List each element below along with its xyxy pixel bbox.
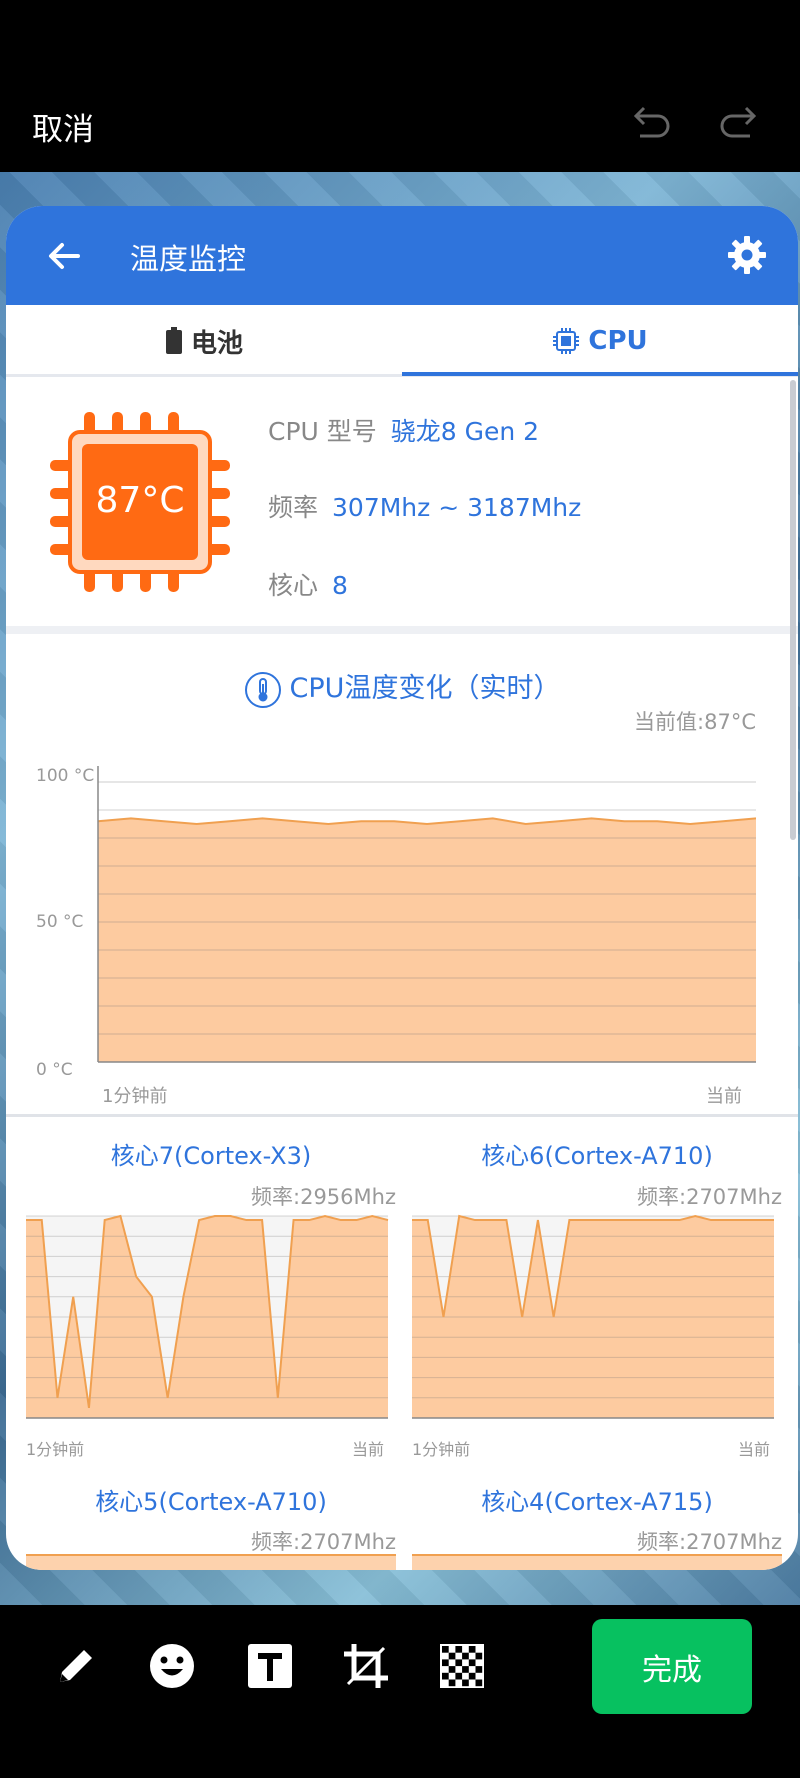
thermometer-icon — [244, 671, 281, 708]
battery-icon — [165, 327, 182, 354]
mosaic-cell — [468, 1646, 476, 1653]
mosaic-cell — [448, 1652, 456, 1660]
mosaic-cell — [442, 1646, 449, 1653]
cancel-button[interactable]: 取消 — [32, 104, 94, 149]
mosaic-cell — [455, 1659, 463, 1667]
tab-cpu-label: CPU — [588, 326, 648, 356]
tab-battery[interactable]: 电池 — [6, 305, 402, 377]
tab-cpu[interactable]: CPU — [402, 305, 798, 377]
cpu-model-row: CPU 型号 骁龙8 Gen 2 — [268, 412, 539, 448]
mosaic-cell — [475, 1679, 483, 1687]
core-title: 核心4(Cortex-A715) — [481, 1488, 713, 1516]
section-divider — [6, 1114, 798, 1117]
chart-title: CPU温度变化（实时） — [6, 666, 798, 709]
core-frequency: 频率:2707Mhz — [637, 1530, 782, 1554]
y-tick-label: 0 °C — [36, 1060, 73, 1080]
x-tick-label: 当前 — [706, 1086, 742, 1107]
core-5-chart — [26, 1554, 396, 1570]
chart-title-text: CPU温度变化（实时） — [289, 673, 561, 704]
mosaic-cell — [442, 1672, 449, 1680]
text-icon[interactable] — [244, 1640, 296, 1692]
editor-top-bar: 取消 — [0, 0, 800, 172]
core-6-chart — [412, 1214, 774, 1419]
cpu-cores-value: 8 — [332, 571, 348, 600]
temperature-area — [98, 818, 756, 1062]
screenshot-card: 温度监控 电池 CPU 87°C CPU 型号 骁龙8 Gen 2 频率 307… — [6, 206, 798, 1570]
emoji-icon[interactable] — [146, 1640, 198, 1692]
x-tick-label: 1分钟前 — [26, 1440, 85, 1459]
mosaic-cell — [468, 1659, 476, 1667]
tab-battery-label: 电池 — [190, 328, 243, 359]
mosaic-cell — [455, 1672, 463, 1680]
back-arrow-icon[interactable] — [44, 236, 84, 276]
active-tab-indicator — [402, 372, 798, 376]
core-7-chart — [26, 1214, 389, 1419]
app-header: 温度监控 — [6, 206, 798, 305]
gear-icon[interactable] — [726, 234, 768, 276]
core-title: 核心7(Cortex-X3) — [110, 1142, 312, 1170]
scrollbar[interactable] — [790, 380, 796, 840]
mosaic-cell — [448, 1679, 456, 1687]
cpu-temperature: 87°C — [95, 480, 185, 521]
undo-icon[interactable] — [628, 100, 674, 146]
mosaic-cell — [475, 1666, 483, 1673]
cpu-frequency-label: 频率 — [268, 493, 319, 522]
x-tick-label: 当前 — [352, 1440, 385, 1459]
tab-bar: 电池 CPU — [6, 305, 798, 377]
page-title: 温度监控 — [130, 242, 247, 276]
chip-icon — [553, 328, 580, 354]
core-frequency: 频率:2707Mhz — [251, 1530, 396, 1554]
crop-icon[interactable] — [340, 1640, 392, 1692]
cpu-frequency-value: 307Mhz ~ 3187Mhz — [332, 493, 582, 522]
mosaic-cell — [468, 1672, 476, 1680]
cpu-model-label: CPU 型号 — [268, 417, 377, 446]
mosaic-cell — [442, 1659, 449, 1667]
x-tick-label: 当前 — [738, 1440, 771, 1459]
temperature-chart — [97, 766, 756, 1063]
pencil-icon[interactable] — [50, 1640, 102, 1692]
mosaic-cell — [455, 1646, 463, 1653]
y-tick-label: 100 °C — [36, 766, 95, 786]
cpu-frequency-row: 频率 307Mhz ~ 3187Mhz — [268, 488, 581, 524]
cpu-cores-label: 核心 — [268, 571, 319, 600]
mosaic-cell — [475, 1652, 483, 1660]
done-button[interactable]: 完成 — [592, 1619, 752, 1714]
cpu-info-panel: 87°C CPU 型号 骁龙8 Gen 2 频率 307Mhz ~ 3187Mhz … — [6, 380, 798, 630]
mosaic-cell — [448, 1666, 456, 1673]
y-tick-label: 50 °C — [36, 912, 84, 932]
mosaic-cell — [462, 1679, 469, 1687]
current-value: 当前值:87°C — [634, 710, 756, 734]
cpu-model-value: 骁龙8 Gen 2 — [390, 417, 540, 446]
x-tick-label: 1分钟前 — [412, 1440, 471, 1459]
core-title: 核心6(Cortex-A710) — [481, 1142, 713, 1170]
mosaic-icon[interactable] — [436, 1640, 488, 1692]
mosaic-cell — [462, 1666, 469, 1673]
x-tick-label: 1分钟前 — [102, 1086, 168, 1107]
section-divider — [6, 626, 798, 634]
mosaic-cell — [462, 1652, 469, 1660]
core-title: 核心5(Cortex-A710) — [95, 1488, 327, 1516]
redo-icon[interactable] — [716, 100, 762, 146]
cpu-cores-row: 核心 8 — [268, 566, 348, 602]
core-4-chart — [412, 1554, 782, 1570]
